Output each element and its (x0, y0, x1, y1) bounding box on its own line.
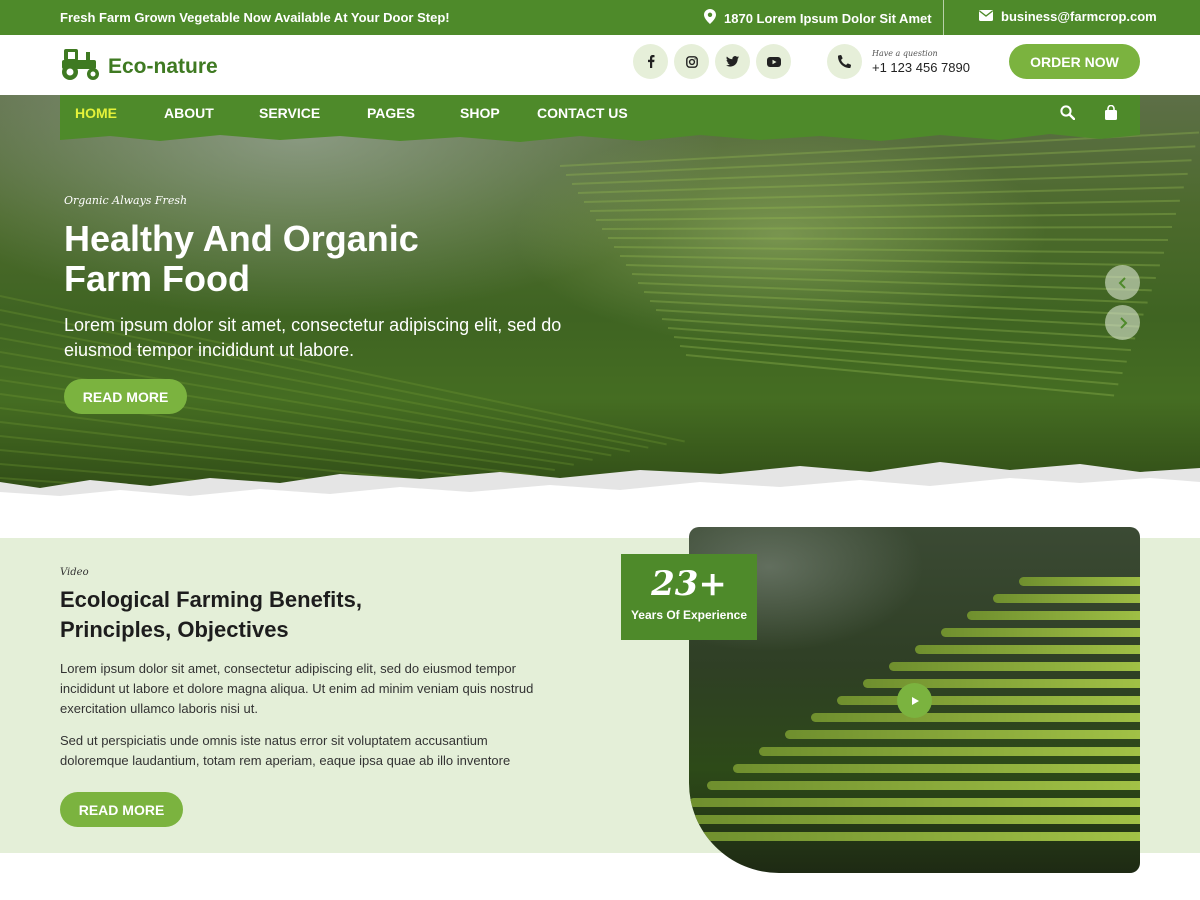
video-play-button[interactable] (897, 683, 932, 718)
play-icon (911, 696, 919, 705)
shopping-bag-icon[interactable] (1104, 104, 1118, 125)
phone-number[interactable]: +1 123 456 7890 (872, 60, 970, 75)
experience-number: 23+ (651, 564, 727, 604)
terrace-row (915, 645, 1140, 654)
nav-pages[interactable]: PAGES (367, 105, 415, 121)
about-paragraph-2: Sed ut perspiciatis unde omnis iste natu… (60, 733, 511, 768)
chevron-left-icon (1118, 276, 1126, 289)
about-paragraph-1: Lorem ipsum dolor sit amet, consectetur … (60, 661, 534, 716)
terrace-row (785, 730, 1140, 739)
logo-text: Eco-nature (108, 54, 218, 78)
phone-icon (827, 44, 862, 79)
facebook-icon[interactable] (633, 44, 668, 79)
terrace-row (707, 781, 1140, 790)
terrace-row (1019, 577, 1140, 586)
top-email[interactable]: business@farmcrop.com (979, 9, 1157, 24)
terrace-row (733, 764, 1140, 773)
hero-terrace-stripe (619, 255, 1160, 267)
location-pin-icon (704, 9, 716, 27)
terrace-row (889, 662, 1140, 671)
hero-text: Lorem ipsum dolor sit amet, consectetur … (64, 315, 562, 360)
nav-home[interactable]: HOME (75, 105, 117, 121)
site-header: Eco-nature Have a question +1 123 456 78… (0, 35, 1200, 95)
phone-label: Have a question (872, 48, 938, 58)
hero-terrace-stripe (679, 345, 1119, 386)
top-address: 1870 Lorem Ipsum Dolor Sit Amet (704, 9, 932, 27)
terrace-row (759, 747, 1140, 756)
address-text: 1870 Lorem Ipsum Dolor Sit Amet (724, 10, 932, 26)
hero-terrace-stripe (577, 172, 1188, 194)
social-links (633, 44, 791, 79)
main-nav: HOME ABOUT SERVICE PAGES SHOP CONTACT US (60, 95, 1140, 131)
hero-terrace-stripe (637, 282, 1148, 304)
hero-terrace-stripe (589, 199, 1180, 212)
site-logo[interactable]: Eco-nature (60, 47, 218, 86)
about-small-label: Video (60, 567, 89, 578)
hero-terrace-stripe (571, 159, 1192, 185)
top-bar: Fresh Farm Grown Vegetable Now Available… (0, 0, 1200, 35)
youtube-icon[interactable] (756, 44, 791, 79)
hero-terrace-stripe (613, 246, 1164, 254)
about-read-more-button[interactable]: READ MORE (60, 792, 183, 827)
nav-contact-us[interactable]: CONTACT US (537, 105, 628, 121)
hero-torn-edge (0, 462, 1200, 512)
phone-text: Have a question +1 123 456 7890 (872, 49, 970, 75)
experience-label: Years Of Experience (630, 608, 748, 622)
twitter-icon[interactable] (715, 44, 750, 79)
email-text[interactable]: business@farmcrop.com (1001, 9, 1157, 24)
terrace-row (941, 628, 1140, 637)
topbar-divider (943, 0, 944, 35)
terrace-row (689, 832, 1140, 841)
terrace-row (689, 798, 1140, 807)
terrace-row (967, 611, 1140, 620)
order-now-button[interactable]: ORDER NOW (1009, 44, 1140, 79)
slider-prev-button[interactable] (1105, 265, 1140, 300)
terrace-row (993, 594, 1140, 603)
nav-shop[interactable]: SHOP (460, 105, 500, 121)
slider-next-button[interactable] (1105, 305, 1140, 340)
terrace-row (811, 713, 1140, 722)
search-icon[interactable] (1060, 105, 1076, 125)
nav-about[interactable]: ABOUT (164, 105, 214, 121)
hero-terrace-stripe (601, 226, 1172, 230)
hero-terrace-stripe (607, 237, 1169, 241)
tractor-icon (60, 47, 102, 86)
hero-terrace-stripe (595, 212, 1176, 221)
hero-title: Healthy And Organic Farm Food (64, 218, 419, 299)
experience-badge: 23+ Years Of Experience (621, 554, 757, 640)
envelope-icon (979, 9, 993, 24)
instagram-icon[interactable] (674, 44, 709, 79)
nav-torn-edge (60, 131, 1140, 142)
top-tagline: Fresh Farm Grown Vegetable Now Available… (60, 10, 450, 25)
hero-read-more-button[interactable]: READ MORE (64, 379, 187, 414)
hero-terrace-stripe (685, 354, 1115, 397)
chevron-right-icon (1119, 316, 1127, 329)
hero-section: HOME ABOUT SERVICE PAGES SHOP CONTACT US… (0, 95, 1200, 500)
about-title: Ecological Farming Benefits, Principles,… (60, 587, 362, 642)
phone-contact[interactable]: Have a question +1 123 456 7890 (827, 44, 970, 79)
terrace-row (837, 696, 1140, 705)
terrace-row (689, 815, 1140, 824)
nav-service[interactable]: SERVICE (259, 105, 320, 121)
hero-subtitle: Organic Always Fresh (64, 194, 188, 207)
